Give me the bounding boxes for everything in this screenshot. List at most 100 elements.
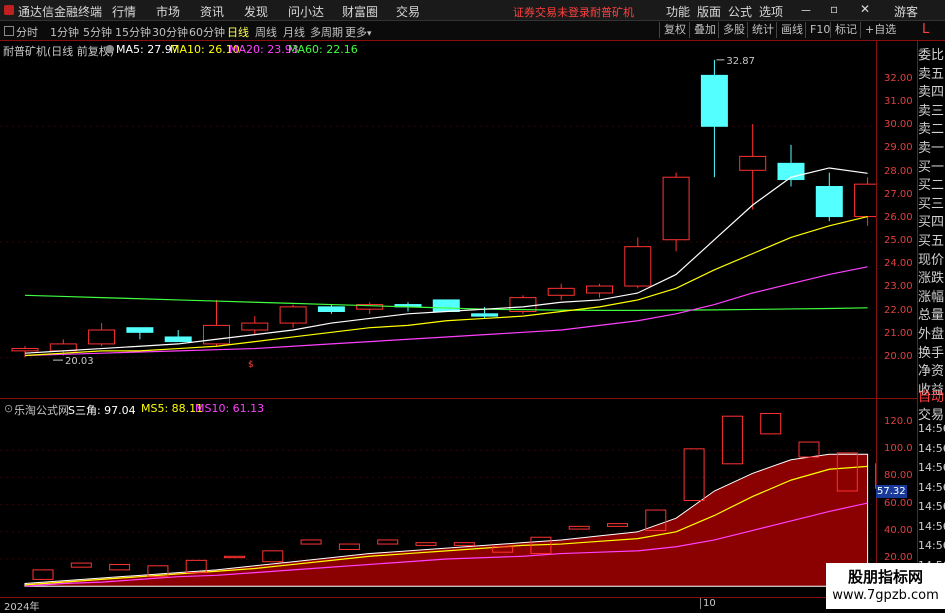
watermark-url: www.7gpzb.com [826, 588, 945, 603]
date-axis-line [0, 597, 917, 598]
event-marker-icon[interactable]: $ [248, 360, 254, 370]
close-icon[interactable]: ✕ [860, 2, 870, 16]
app-title: 通达信金融终端 [18, 3, 102, 20]
tick-time: 14:56 [918, 520, 945, 533]
side-label-17: 净资 [918, 360, 945, 379]
period-60min[interactable]: 60分钟 [189, 24, 225, 40]
tick-time: 14:56 [918, 422, 945, 435]
indicator-tick-label: 100.0 [884, 443, 913, 454]
indicator-tick-label: 120.0 [884, 416, 913, 427]
menu-item-markets[interactable]: 市场 [156, 3, 180, 20]
axis-divider [876, 41, 877, 597]
indicator-box [339, 544, 359, 549]
candle-body [587, 286, 613, 293]
side-label-9: 买四 [918, 211, 945, 230]
guest-label[interactable]: 游客 [894, 3, 918, 20]
candle-body [816, 186, 842, 216]
candle-body [127, 328, 153, 333]
side-label-2: 卖四 [918, 81, 945, 100]
candle-body [701, 75, 727, 126]
indicator-box [799, 442, 819, 457]
stock-name-header: 耐普矿机 [590, 4, 634, 20]
indicator-box [301, 540, 321, 544]
side-label-5: 卖一 [918, 137, 945, 156]
period-1min[interactable]: 1分钟 [50, 24, 79, 40]
period-daily[interactable]: 日线 [227, 24, 249, 40]
restore-icon[interactable]: ▫ [830, 2, 838, 16]
price-tick-label: 25.00 [884, 235, 913, 246]
side-label-8: 买三 [918, 193, 945, 212]
high-price-label: 32.87 [726, 56, 755, 67]
period-tick[interactable]: 分时 [4, 24, 38, 40]
add-watchlist-button[interactable]: +自选 [860, 22, 900, 38]
side-label-12: 涨跌 [918, 267, 945, 286]
tick-time: 14:56 [918, 539, 945, 552]
menu-item-discover[interactable]: 发现 [244, 3, 268, 20]
stats-button[interactable]: 统计 [747, 22, 778, 38]
menu-item-options[interactable]: 选项 [759, 3, 783, 20]
menu-item-market[interactable]: 行情 [112, 3, 136, 20]
level2-indicator[interactable]: L [922, 22, 929, 37]
login-warning[interactable]: 证券交易未登录 [513, 4, 590, 20]
period-weekly[interactable]: 周线 [255, 24, 277, 40]
side-label-11: 现价 [918, 249, 945, 268]
period-more-label: 更多 [345, 26, 367, 39]
watermark: 股朋指标网 www.7gpzb.com [826, 563, 945, 609]
menu-bar: 通达信金融终端 行情 市场 资讯 发现 问小达 财富圈 交易 证券交易未登录 耐… [0, 0, 945, 21]
menu-item-function[interactable]: 功能 [666, 3, 690, 20]
ma5-line [25, 168, 868, 353]
date-month-label: 10 [700, 598, 716, 609]
indicator-tick-label: 40.00 [884, 525, 913, 536]
period-5min[interactable]: 5分钟 [83, 24, 112, 40]
candle-body [663, 177, 689, 240]
indicator-box [378, 540, 398, 544]
indicator-box [110, 564, 130, 569]
overlay-button[interactable]: 叠加 [689, 22, 720, 38]
indicator-chart[interactable] [0, 399, 876, 597]
menu-item-wealth[interactable]: 财富圈 [342, 3, 378, 20]
side-label-10: 买五 [918, 230, 945, 249]
price-tick-label: 27.00 [884, 189, 913, 200]
mark-button[interactable]: 标记 [830, 22, 861, 38]
multi-stock-button[interactable]: 多股 [718, 22, 749, 38]
period-30min[interactable]: 30分钟 [152, 24, 188, 40]
side-label-7: 买二 [918, 174, 945, 193]
price-tick-label: 24.00 [884, 258, 913, 269]
adjust-button[interactable]: 复权 [659, 22, 690, 38]
candle-body [204, 325, 230, 344]
checkbox-icon [4, 26, 14, 36]
auto-label[interactable]: 自动 [918, 386, 945, 405]
menu-item-news[interactable]: 资讯 [200, 3, 224, 20]
minimize-icon[interactable]: － [800, 2, 812, 19]
period-more[interactable]: 更多▾ [345, 24, 372, 40]
price-tick-label: 21.00 [884, 328, 913, 339]
price-tick-label: 30.00 [884, 119, 913, 130]
side-label-16: 换手 [918, 342, 945, 361]
draw-button[interactable]: 画线 [776, 22, 807, 38]
indicator-box [454, 543, 474, 546]
current-value-tag: 57.32 [876, 485, 907, 498]
chevron-down-icon: ▾ [367, 29, 372, 39]
side-label-15: 外盘 [918, 323, 945, 342]
side-label-0: 委比 [918, 44, 945, 63]
trade-label[interactable]: 交易 [918, 404, 945, 423]
candle-body [318, 307, 344, 312]
candlestick-chart[interactable]: 32.87 20.03 [0, 41, 876, 397]
side-label-1: 卖五 [918, 63, 945, 82]
indicator-box [71, 563, 91, 567]
side-label-6: 买一 [918, 156, 945, 175]
indicator-box [608, 524, 628, 527]
menu-item-formula[interactable]: 公式 [728, 3, 752, 20]
low-price-label: 20.03 [65, 356, 94, 367]
price-tick-label: 23.00 [884, 281, 913, 292]
period-multi[interactable]: 多周期 [310, 24, 343, 40]
menu-item-trade[interactable]: 交易 [396, 3, 420, 20]
candle-body [12, 349, 38, 351]
menu-item-ask[interactable]: 问小达 [288, 3, 324, 20]
indicator-tick-label: 60.00 [884, 498, 913, 509]
tick-time: 14:56 [918, 500, 945, 513]
period-15min[interactable]: 15分钟 [115, 24, 151, 40]
menu-item-layout[interactable]: 版面 [697, 3, 721, 20]
indicator-box [722, 416, 742, 464]
period-monthly[interactable]: 月线 [283, 24, 305, 40]
